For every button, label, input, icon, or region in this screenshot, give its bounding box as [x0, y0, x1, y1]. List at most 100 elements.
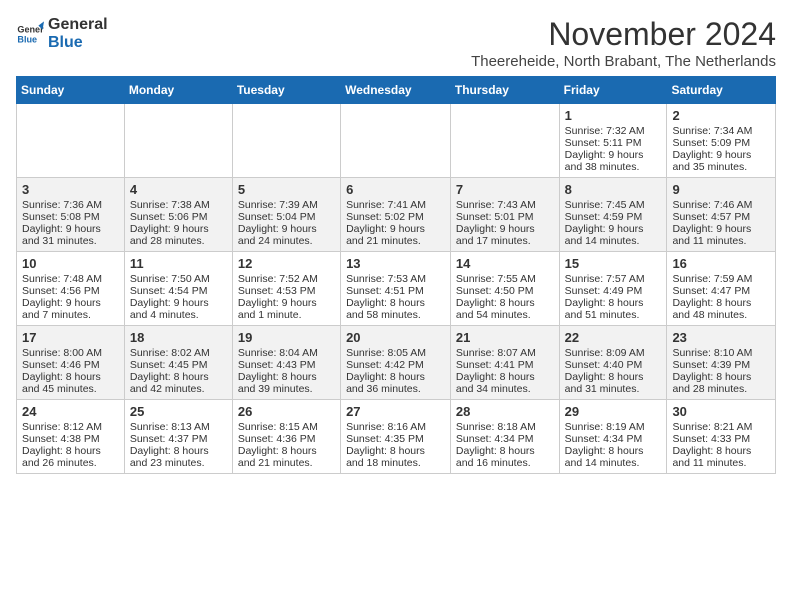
day-info: Sunset: 5:11 PM	[565, 137, 662, 149]
day-info: Daylight: 9 hours and 24 minutes.	[238, 223, 335, 247]
day-number: 8	[565, 182, 662, 197]
day-number: 11	[130, 256, 227, 271]
day-info: Sunset: 4:54 PM	[130, 285, 227, 297]
day-info: Sunset: 4:53 PM	[238, 285, 335, 297]
day-info: Daylight: 8 hours and 21 minutes.	[238, 445, 335, 469]
day-info: Daylight: 9 hours and 21 minutes.	[346, 223, 445, 247]
day-info: Sunset: 4:43 PM	[238, 359, 335, 371]
day-info: Sunset: 4:50 PM	[456, 285, 554, 297]
day-info: Daylight: 9 hours and 35 minutes.	[672, 149, 770, 173]
day-number: 15	[565, 256, 662, 271]
day-info: Daylight: 9 hours and 28 minutes.	[130, 223, 227, 247]
day-number: 29	[565, 404, 662, 419]
day-info: Sunrise: 7:36 AM	[22, 199, 119, 211]
day-info: Sunset: 4:47 PM	[672, 285, 770, 297]
day-info: Sunrise: 8:18 AM	[456, 421, 554, 433]
day-info: Sunset: 5:06 PM	[130, 211, 227, 223]
day-info: Daylight: 8 hours and 42 minutes.	[130, 371, 227, 395]
day-info: Sunrise: 8:07 AM	[456, 347, 554, 359]
month-title: November 2024	[471, 16, 776, 53]
day-info: Sunset: 4:38 PM	[22, 433, 119, 445]
day-number: 13	[346, 256, 445, 271]
day-info: Sunset: 5:04 PM	[238, 211, 335, 223]
day-number: 4	[130, 182, 227, 197]
page-header: General Blue General Blue November 2024 …	[16, 16, 776, 70]
day-info: Sunrise: 8:13 AM	[130, 421, 227, 433]
logo: General Blue General Blue	[16, 16, 108, 51]
day-info: Sunset: 4:57 PM	[672, 211, 770, 223]
day-info: Sunset: 4:41 PM	[456, 359, 554, 371]
calendar-cell: 7Sunrise: 7:43 AMSunset: 5:01 PMDaylight…	[450, 178, 559, 252]
day-info: Daylight: 8 hours and 23 minutes.	[130, 445, 227, 469]
day-info: Sunrise: 8:00 AM	[22, 347, 119, 359]
day-info: Sunrise: 7:57 AM	[565, 273, 662, 285]
day-info: Daylight: 8 hours and 48 minutes.	[672, 297, 770, 321]
day-number: 27	[346, 404, 445, 419]
day-number: 21	[456, 330, 554, 345]
day-info: Sunrise: 8:09 AM	[565, 347, 662, 359]
day-info: Sunrise: 8:02 AM	[130, 347, 227, 359]
calendar-cell: 25Sunrise: 8:13 AMSunset: 4:37 PMDayligh…	[124, 400, 232, 474]
day-info: Sunrise: 8:15 AM	[238, 421, 335, 433]
day-info: Sunset: 4:56 PM	[22, 285, 119, 297]
day-info: Sunset: 4:59 PM	[565, 211, 662, 223]
day-info: Sunset: 4:39 PM	[672, 359, 770, 371]
calendar-cell: 1Sunrise: 7:32 AMSunset: 5:11 PMDaylight…	[559, 104, 667, 178]
day-info: Sunset: 4:34 PM	[565, 433, 662, 445]
calendar-cell	[17, 104, 125, 178]
subtitle: Theereheide, North Brabant, The Netherla…	[471, 53, 776, 70]
calendar-cell	[124, 104, 232, 178]
calendar-cell: 28Sunrise: 8:18 AMSunset: 4:34 PMDayligh…	[450, 400, 559, 474]
logo-general: General	[48, 16, 108, 34]
day-number: 25	[130, 404, 227, 419]
calendar-cell: 17Sunrise: 8:00 AMSunset: 4:46 PMDayligh…	[17, 326, 125, 400]
calendar-cell: 6Sunrise: 7:41 AMSunset: 5:02 PMDaylight…	[341, 178, 451, 252]
weekday-header-sunday: Sunday	[17, 77, 125, 104]
calendar-header-row: SundayMondayTuesdayWednesdayThursdayFrid…	[17, 77, 776, 104]
calendar-table: SundayMondayTuesdayWednesdayThursdayFrid…	[16, 76, 776, 474]
weekday-header-thursday: Thursday	[450, 77, 559, 104]
day-number: 30	[672, 404, 770, 419]
calendar-cell: 11Sunrise: 7:50 AMSunset: 4:54 PMDayligh…	[124, 252, 232, 326]
calendar-cell: 8Sunrise: 7:45 AMSunset: 4:59 PMDaylight…	[559, 178, 667, 252]
calendar-week-row: 10Sunrise: 7:48 AMSunset: 4:56 PMDayligh…	[17, 252, 776, 326]
day-info: Sunset: 5:01 PM	[456, 211, 554, 223]
day-info: Daylight: 8 hours and 58 minutes.	[346, 297, 445, 321]
calendar-week-row: 1Sunrise: 7:32 AMSunset: 5:11 PMDaylight…	[17, 104, 776, 178]
calendar-cell: 12Sunrise: 7:52 AMSunset: 4:53 PMDayligh…	[232, 252, 340, 326]
svg-text:Blue: Blue	[17, 34, 37, 44]
day-info: Daylight: 8 hours and 16 minutes.	[456, 445, 554, 469]
day-number: 19	[238, 330, 335, 345]
day-info: Sunrise: 8:21 AM	[672, 421, 770, 433]
day-info: Daylight: 9 hours and 1 minute.	[238, 297, 335, 321]
day-info: Daylight: 8 hours and 28 minutes.	[672, 371, 770, 395]
day-number: 3	[22, 182, 119, 197]
weekday-header-monday: Monday	[124, 77, 232, 104]
day-info: Sunset: 4:35 PM	[346, 433, 445, 445]
day-info: Daylight: 8 hours and 39 minutes.	[238, 371, 335, 395]
day-info: Sunrise: 7:50 AM	[130, 273, 227, 285]
calendar-cell: 4Sunrise: 7:38 AMSunset: 5:06 PMDaylight…	[124, 178, 232, 252]
day-info: Sunset: 4:34 PM	[456, 433, 554, 445]
day-number: 5	[238, 182, 335, 197]
day-info: Daylight: 9 hours and 7 minutes.	[22, 297, 119, 321]
day-info: Daylight: 8 hours and 14 minutes.	[565, 445, 662, 469]
day-info: Sunrise: 7:34 AM	[672, 125, 770, 137]
weekday-header-wednesday: Wednesday	[341, 77, 451, 104]
day-info: Sunset: 4:51 PM	[346, 285, 445, 297]
day-info: Sunrise: 8:05 AM	[346, 347, 445, 359]
day-info: Sunrise: 7:52 AM	[238, 273, 335, 285]
day-info: Daylight: 8 hours and 18 minutes.	[346, 445, 445, 469]
calendar-cell: 23Sunrise: 8:10 AMSunset: 4:39 PMDayligh…	[667, 326, 776, 400]
day-info: Sunrise: 7:48 AM	[22, 273, 119, 285]
calendar-cell	[341, 104, 451, 178]
day-info: Sunrise: 7:39 AM	[238, 199, 335, 211]
day-number: 9	[672, 182, 770, 197]
day-number: 1	[565, 108, 662, 123]
day-info: Daylight: 8 hours and 26 minutes.	[22, 445, 119, 469]
weekday-header-tuesday: Tuesday	[232, 77, 340, 104]
calendar-cell: 16Sunrise: 7:59 AMSunset: 4:47 PMDayligh…	[667, 252, 776, 326]
day-info: Sunset: 5:02 PM	[346, 211, 445, 223]
calendar-week-row: 3Sunrise: 7:36 AMSunset: 5:08 PMDaylight…	[17, 178, 776, 252]
day-info: Sunrise: 8:04 AM	[238, 347, 335, 359]
